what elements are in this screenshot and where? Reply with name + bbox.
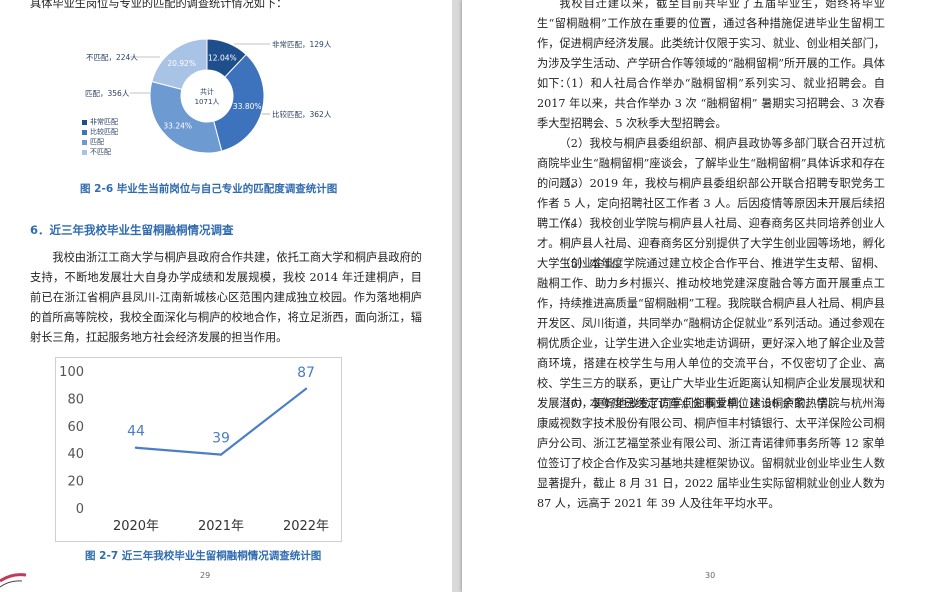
line-chart-frame: 0 20 40 60 80 100 44 39 87 2020年 2021年 2022年 bbox=[55, 357, 342, 542]
y-tick-label: 0 bbox=[76, 502, 84, 517]
y-tick-label: 80 bbox=[67, 392, 84, 407]
right-paragraph-1: （1）和人社局合作举办“融桐留桐”系列实习、就业招聘会。自 2017 年以来，共… bbox=[537, 77, 885, 130]
figure-2-7-caption: 图 2-7 近三年我校毕业生留桐融桐情况调查统计图 bbox=[85, 550, 322, 562]
legend-label: 不匹配 bbox=[90, 148, 111, 156]
label-very-match: 非常匹配，129人 bbox=[272, 40, 332, 49]
x-tick-label: 2022年 bbox=[283, 519, 329, 534]
label-match: 匹配，356人 bbox=[85, 89, 130, 98]
right-page: 我校自迁建以来，截至目前共毕业了五届毕业生，始终将毕业生“留桐融桐”工作放在重要… bbox=[462, 0, 929, 592]
slice-percent-label: 33.24% bbox=[163, 121, 192, 130]
legend-item: 非常匹配 bbox=[82, 117, 118, 127]
y-tick-label: 100 bbox=[59, 365, 84, 380]
figure-2-6-caption: 图 2-6 毕业生当前岗位与自己专业的匹配度调查统计图 bbox=[80, 183, 338, 195]
label-not-match: 不匹配，224人 bbox=[86, 53, 138, 62]
legend-label: 比较匹配 bbox=[90, 128, 118, 136]
retention-line-chart: 0 20 40 60 80 100 44 39 87 2020年 2021年 2022年 bbox=[59, 365, 329, 534]
page-gutter bbox=[452, 0, 462, 592]
data-label: 39 bbox=[212, 431, 230, 447]
slice-percent-label: 12.04% bbox=[208, 53, 237, 62]
data-point bbox=[304, 387, 308, 391]
y-tick-label: 20 bbox=[67, 475, 84, 490]
donut-center-label: 共计 bbox=[200, 87, 214, 96]
match-donut-chart: 12.04% 33.80% 33.24% 20.92% 共计 1071人 bbox=[130, 38, 270, 154]
section-paragraph: 我校由浙江工商大学与桐庐县政府合作共建，依托工商大学和桐庐县政府的支持，不断地发… bbox=[30, 251, 422, 344]
y-tick-label: 60 bbox=[67, 420, 84, 435]
data-point bbox=[219, 453, 223, 456]
donut-hole bbox=[182, 71, 232, 121]
legend-swatch bbox=[82, 139, 87, 145]
right-paragraph-6: （6）本年度已经走访重点企事业单位达 50 余家。学院与杭州海康威视数字技术股份… bbox=[537, 397, 885, 510]
label-relatively-match: 比较匹配，362人 bbox=[272, 110, 332, 119]
slice-percent-label: 33.80% bbox=[233, 102, 262, 111]
donut-center-total: 1071人 bbox=[195, 98, 220, 106]
x-tick-label: 2020年 bbox=[113, 519, 159, 534]
section-title: 6．近三年我校毕业生留桐融桐情况调查 bbox=[30, 223, 234, 237]
legend-item: 比较匹配 bbox=[82, 127, 118, 137]
legend-label: 匹配 bbox=[90, 138, 104, 146]
legend-swatch bbox=[82, 119, 87, 125]
data-point bbox=[134, 446, 138, 449]
data-label: 44 bbox=[127, 424, 145, 440]
y-tick-label: 40 bbox=[67, 447, 84, 462]
page-edge-decoration bbox=[0, 573, 27, 588]
page-number-right: 30 bbox=[705, 571, 716, 580]
right-paragraph-5: （5）本年度学院通过建立校企合作平台、推进学生支帮、留桐、融桐工作、助力乡村振兴… bbox=[537, 257, 885, 410]
legend-swatch bbox=[82, 149, 87, 155]
x-tick-label: 2021年 bbox=[198, 519, 244, 534]
slice-percent-label: 20.92% bbox=[167, 59, 196, 68]
page-number-left: 29 bbox=[200, 571, 211, 580]
data-label: 87 bbox=[297, 365, 315, 381]
legend-label: 非常匹配 bbox=[90, 118, 118, 126]
left-page: 具体毕业生岗位与专业的匹配的调查统计情况如下： 12.04% 33.80% 33.2… bbox=[0, 0, 452, 592]
legend-item: 不匹配 bbox=[82, 147, 111, 157]
legend-swatch bbox=[82, 129, 87, 135]
legend-item: 匹配 bbox=[82, 137, 104, 147]
